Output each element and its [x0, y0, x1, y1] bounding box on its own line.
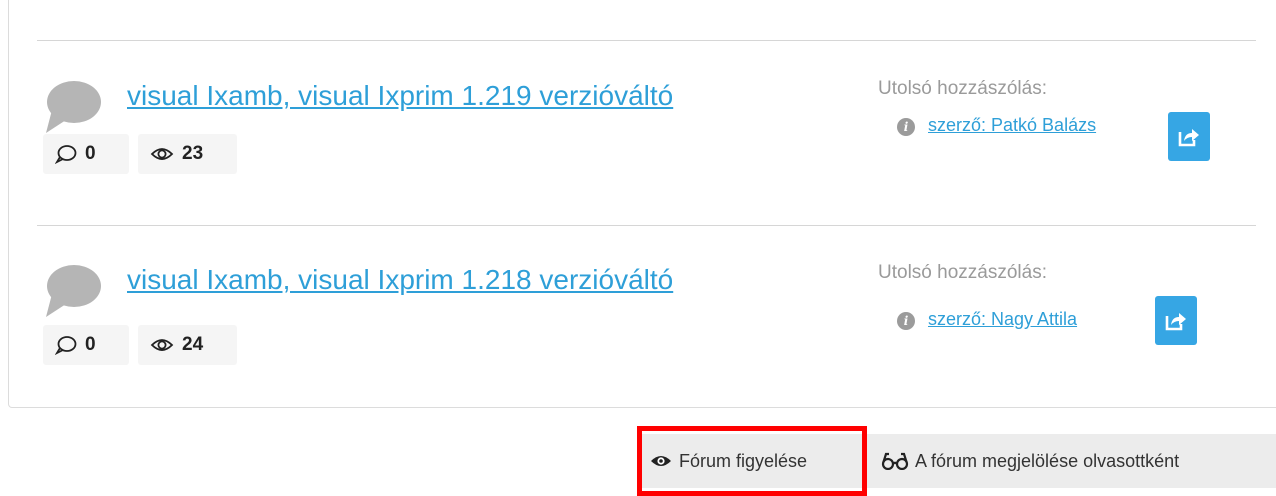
reply-count-value: 0 [85, 334, 96, 355]
view-count: 23 [138, 134, 237, 174]
go-to-last-post-button[interactable] [1155, 296, 1197, 345]
view-count-value: 23 [182, 143, 204, 164]
glasses-icon [881, 452, 909, 470]
last-post-author-link[interactable]: szerző: Nagy Attila [928, 309, 1077, 330]
topic-title-link[interactable]: visual Ixamb, visual Ixprim 1.219 verzió… [127, 80, 673, 112]
info-icon: i [897, 118, 915, 136]
mark-forum-read-label: A fórum megjelölése olvasottként [915, 450, 1180, 471]
go-to-last-post-button[interactable] [1168, 112, 1210, 161]
last-post-author-link[interactable]: szerző: Patkó Balázs [928, 115, 1096, 136]
topic-row: visual Ixamb, visual Ixprim 1.218 verzió… [0, 262, 1276, 402]
view-count: 24 [138, 325, 237, 365]
reply-count-value: 0 [85, 143, 96, 164]
divider [37, 225, 1256, 226]
speech-bubble-icon [46, 265, 101, 317]
share-arrow-icon [1165, 312, 1186, 330]
eye-icon [150, 148, 174, 160]
comment-icon [55, 336, 77, 355]
share-arrow-icon [1178, 128, 1199, 146]
last-post-label: Utolsó hozzászólás: [878, 78, 1047, 99]
last-post-label: Utolsó hozzászólás: [878, 262, 1047, 283]
view-count-value: 24 [182, 334, 204, 355]
topic-row: visual Ixamb, visual Ixprim 1.219 verzió… [0, 78, 1276, 218]
info-icon: i [897, 312, 915, 330]
reply-count: 0 [43, 134, 129, 174]
reply-count: 0 [43, 325, 129, 365]
highlight-box [637, 426, 867, 496]
comment-icon [55, 145, 77, 164]
eye-icon [150, 339, 174, 351]
mark-forum-read-button[interactable]: A fórum megjelölése olvasottként [881, 434, 1179, 488]
divider [37, 40, 1256, 41]
topic-title-link[interactable]: visual Ixamb, visual Ixprim 1.218 verzió… [127, 264, 673, 296]
speech-bubble-icon [46, 81, 101, 133]
